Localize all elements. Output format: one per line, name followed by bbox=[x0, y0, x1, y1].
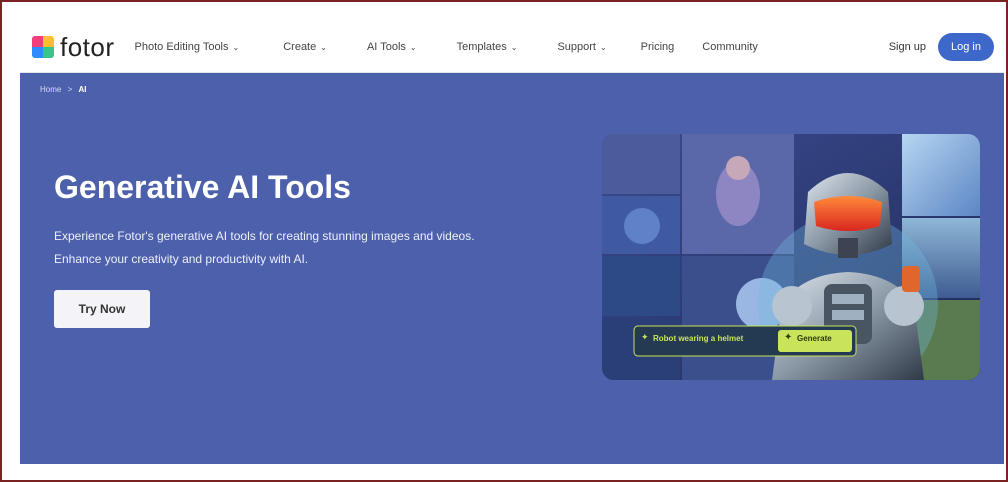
nav-label: Create bbox=[283, 41, 317, 53]
logo-text: fotor bbox=[60, 31, 115, 62]
nav-label: Templates bbox=[456, 41, 507, 53]
below-hero bbox=[20, 464, 1004, 478]
nav-label: Community bbox=[702, 41, 758, 53]
prompt-text[interactable]: Robot wearing a helmet bbox=[653, 334, 743, 343]
chevron-down-icon: ⌄ bbox=[320, 42, 327, 52]
nav-create[interactable]: Create ⌄ bbox=[283, 41, 327, 53]
magic-wand-icon: ✦ bbox=[784, 332, 793, 343]
signup-link[interactable]: Sign up bbox=[889, 41, 926, 53]
hero-artwork: ✦ Robot wearing a helmet ✦ Generate bbox=[602, 134, 980, 380]
sparkle-icon: ✦ bbox=[641, 332, 649, 342]
fotor-logo-icon bbox=[32, 36, 54, 58]
nav-label: AI Tools bbox=[366, 41, 406, 53]
breadcrumb-current: AI bbox=[78, 85, 87, 94]
hero-section: Home > AI Generative AI Tools Experience… bbox=[20, 73, 1004, 464]
top-navbar: fotor Photo Editing Tools ⌄ Create ⌄ AI … bbox=[20, 22, 1004, 73]
hero-description: Experience Fotor's generative AI tools f… bbox=[54, 229, 475, 266]
chevron-down-icon: ⌄ bbox=[599, 42, 607, 52]
nav-templates[interactable]: Templates ⌄ bbox=[457, 41, 518, 53]
nav-community[interactable]: Community bbox=[702, 41, 758, 53]
logo[interactable]: fotor bbox=[32, 32, 115, 63]
main-nav: Photo Editing Tools ⌄ Create ⌄ AI Tools … bbox=[135, 41, 889, 53]
page-title: Generative AI Tools bbox=[54, 169, 351, 205]
breadcrumb: Home > AI bbox=[40, 85, 86, 94]
nav-ai-tools[interactable]: AI Tools ⌄ bbox=[367, 41, 417, 53]
nav-label: Support bbox=[557, 41, 596, 53]
artwork-collage bbox=[602, 134, 980, 380]
nav-label: Pricing bbox=[640, 41, 675, 53]
nav-photo-editing-tools[interactable]: Photo Editing Tools ⌄ bbox=[135, 41, 240, 53]
nav-label: Photo Editing Tools bbox=[134, 41, 229, 53]
chevron-down-icon: ⌄ bbox=[409, 42, 417, 52]
try-now-button[interactable]: Try Now bbox=[54, 290, 150, 328]
nav-support[interactable]: Support ⌄ bbox=[557, 41, 606, 53]
breadcrumb-separator: > bbox=[67, 85, 73, 94]
login-button[interactable]: Log in bbox=[938, 33, 994, 61]
chevron-down-icon: ⌄ bbox=[510, 42, 518, 52]
generate-button[interactable]: Generate bbox=[797, 334, 832, 343]
chevron-down-icon: ⌄ bbox=[232, 42, 240, 52]
breadcrumb-home[interactable]: Home bbox=[40, 85, 61, 94]
nav-pricing[interactable]: Pricing bbox=[641, 41, 675, 53]
